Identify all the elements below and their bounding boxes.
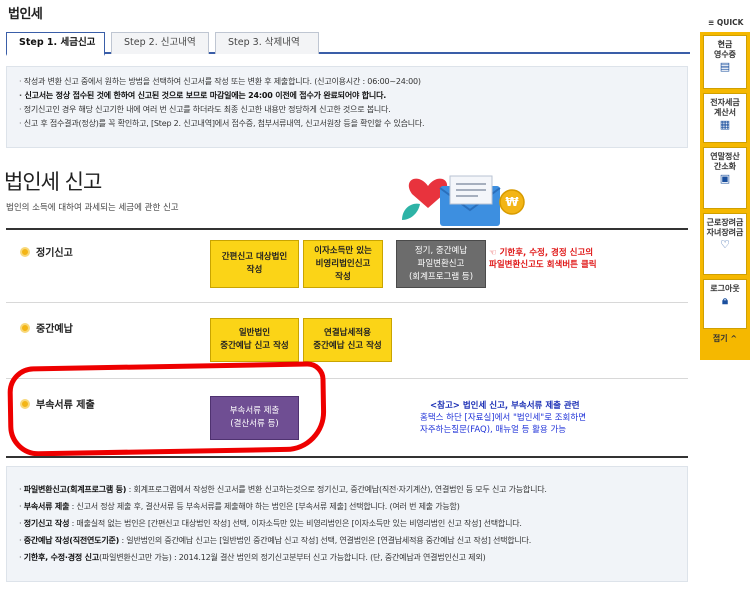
footer-item: 부속서류 제출 : 신고서 정상 제출 후, 결산서류 등 부속서류를 제출해야… <box>19 498 677 515</box>
consolidated-interim-button[interactable]: 연결납세적용 중간예납 신고 작성 <box>303 318 392 362</box>
leaf-shape <box>402 203 420 220</box>
invoice-icon: ▦ <box>719 118 731 131</box>
red-annotation-circle <box>7 361 327 457</box>
quick-panel: 현금 영수증 ▤ 전자세금 계산서 ▦ 연말정산 간소화 ▣ 근로장려금 자녀장… <box>700 32 750 360</box>
page-title: 법인세 <box>8 7 43 22</box>
quick-year-end[interactable]: 연말정산 간소화 ▣ <box>703 147 747 209</box>
simple-filing-button[interactable]: 간편신고 대상법인 작성 <box>210 240 299 288</box>
lock-icon: 🔒︎ <box>722 294 728 307</box>
row-interim-label: 중간예납 <box>20 320 73 335</box>
tab-step3[interactable]: Step 3. 삭제내역 <box>215 32 319 54</box>
quick-close-button[interactable]: 접기 ^ <box>703 333 747 344</box>
footer-item: 중간예납 작성(직전연도기준) : 일반법인의 중간예납 신고는 [일반법인 중… <box>19 532 677 549</box>
footer-item: 파일변환신고(회계프로그램 등) : 회계프로그램에서 작성한 신고서를 변환 … <box>19 481 677 498</box>
nonprofit-filing-button[interactable]: 이자소득만 있는 비영리법인신고 작성 <box>303 240 383 288</box>
row-regular-label: 정기신고 <box>20 244 73 259</box>
tab-step1[interactable]: Step 1. 세금신고 <box>6 32 105 56</box>
notice-item: 신고서는 정상 접수된 것에 한하여 신고된 것으로 보므로 마감일에는 24:… <box>19 89 677 103</box>
file-conversion-button[interactable]: 정기, 중간예납 파일변환신고 (회계프로그램 등) <box>396 240 486 288</box>
notice-item: 작성과 변환 신고 중에서 원하는 방법을 선택하여 신고서를 작성 또는 변환… <box>19 75 677 89</box>
quick-menu: ≡ QUICK 현금 영수증 ▤ 전자세금 계산서 ▦ 연말정산 간소화 ▣ 근… <box>700 14 750 360</box>
bullet-icon <box>20 246 30 257</box>
tab-step2[interactable]: Step 2. 신고내역 <box>111 32 209 54</box>
general-interim-button[interactable]: 일반법인 중간예납 신고 작성 <box>210 318 299 362</box>
reference-line: 자주하는질문(FAQ), 매뉴얼 등 활용 가능 <box>420 425 567 435</box>
quick-cash-receipt[interactable]: 현금 영수증 ▤ <box>703 35 747 89</box>
document-icon: ▣ <box>719 172 731 185</box>
section-subtitle: 법인의 소득에 대하여 과세되는 세금에 관한 신고 <box>6 203 179 213</box>
file-conversion-note: ☜ 기한후, 수정, 경정 신고의 파일변환신고도 회색버튼 클릭 <box>489 248 597 270</box>
notice-item: 정기신고인 경우 해당 신고기한 내에 여러 번 신고를 하더라도 최종 신고한… <box>19 103 677 117</box>
footer-item: 기한후, 수정·경정 신고(파일변환신고만 가능) : 2014.12월 결산 … <box>19 549 677 566</box>
reference-note: <참고> 법인세 신고, 부속서류 제출 관련 홈택스 하단 [자료실]에서 "… <box>420 400 586 436</box>
svg-text:₩: ₩ <box>505 195 519 209</box>
receipt-icon: ▤ <box>719 60 731 73</box>
quick-menu-title: ≡ QUICK <box>708 18 744 27</box>
tax-illustration: ₩ <box>402 175 525 226</box>
section-title: 법인세 신고 <box>4 170 102 194</box>
footer-info-box: 파일변환신고(회계프로그램 등) : 회계프로그램에서 작성한 신고서를 변환 … <box>6 466 688 582</box>
notice-box: 작성과 변환 신고 중에서 원하는 방법을 선택하여 신고서를 작성 또는 변환… <box>6 66 688 148</box>
bullet-icon <box>20 322 30 333</box>
quick-e-invoice[interactable]: 전자세금 계산서 ▦ <box>703 93 747 143</box>
row-divider <box>6 302 688 303</box>
reference-title: <참고> 법인세 신고, 부속서류 제출 관련 <box>430 401 580 411</box>
section-divider <box>6 228 688 230</box>
heart-icon: ♡ <box>720 238 730 251</box>
footer-item: 정기신고 작성 : 매출실적 없는 법인은 [간편신고 대상법인 작성] 선택,… <box>19 515 677 532</box>
quick-logout[interactable]: 로그아웃 🔒︎ <box>703 279 747 329</box>
section-divider <box>6 456 688 458</box>
step-tabs: Step 1. 세금신고 Step 2. 신고내역 Step 3. 삭제내역 <box>6 32 690 56</box>
notice-item: 신고 후 접수결과(정상)를 꼭 확인하고, [Step 2. 신고내역]에서 … <box>19 117 677 131</box>
quick-incentive[interactable]: 근로장려금 자녀장려금 ♡ <box>703 213 747 275</box>
reference-line: 홈택스 하단 [자료실]에서 "법인세"로 조회하면 <box>420 413 587 423</box>
